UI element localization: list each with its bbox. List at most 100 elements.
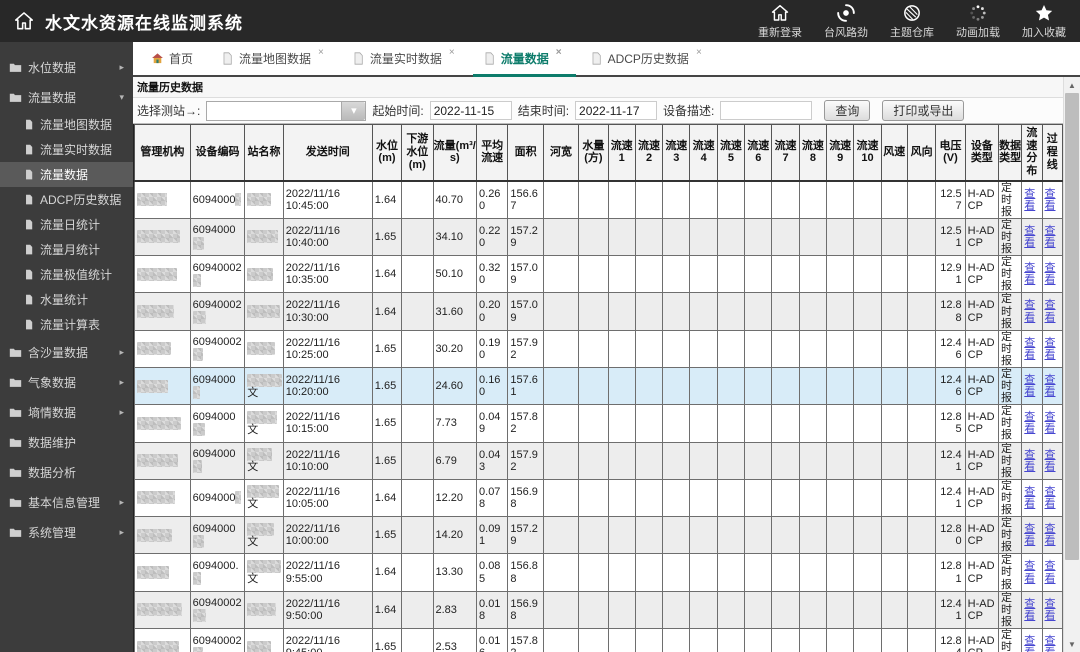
table-row[interactable]: 6094000 文 2022/11/16 10:05:00 1.64 12.20 0.078… (134, 478, 1063, 518)
cell-process-line[interactable]: 查看 (1041, 255, 1063, 294)
velocity-dist-view-link[interactable]: 查看 (1024, 486, 1035, 510)
sidebar-item-flow-realtime-data[interactable]: 流量实时数据 (0, 137, 133, 162)
cell-velocity-dist[interactable]: 查看 (1021, 553, 1043, 592)
process-line-view-link[interactable]: 查看 (1045, 560, 1056, 584)
tab-flow-realtime-data[interactable]: 流量实时数据 × (340, 42, 471, 75)
velocity-dist-view-link[interactable]: 查看 (1024, 635, 1035, 652)
table-row[interactable]: 6094000 2022/11/16 10:45:00 1.64 40.70 0.260 1… (134, 180, 1063, 219)
sidebar-item-system-mgmt[interactable]: 系统管理 ▸ (0, 517, 133, 547)
topbar-action-theme-repo[interactable]: 主题仓库 (890, 3, 934, 40)
cell-process-line[interactable]: 查看 (1041, 590, 1063, 629)
process-line-view-link[interactable]: 查看 (1045, 486, 1056, 510)
velocity-dist-view-link[interactable]: 查看 (1024, 374, 1035, 398)
cell-process-line[interactable]: 查看 (1041, 292, 1063, 331)
process-line-view-link[interactable]: 查看 (1045, 598, 1056, 622)
cell-process-line[interactable]: 查看 (1041, 441, 1063, 480)
cell-velocity-dist[interactable]: 查看 (1021, 478, 1043, 518)
table-row[interactable]: 60940002 2022/11/16 10:30:00 1.64 31.60 0.200… (134, 292, 1063, 331)
tab-home[interactable]: 首页 (139, 42, 209, 75)
process-line-view-link[interactable]: 查看 (1045, 449, 1056, 473)
vertical-scrollbar[interactable]: ▲ ▼ (1063, 77, 1080, 652)
table-row[interactable]: 60940002 2022/11/16 10:35:00 1.64 50.10 0.320… (134, 255, 1063, 294)
cell-process-line[interactable]: 查看 (1041, 329, 1063, 368)
cell-velocity-dist[interactable]: 查看 (1021, 404, 1043, 443)
table-row[interactable]: 6094000 文 2022/11/16 10:15:00 1.65 7.73 0.049 1… (134, 404, 1063, 443)
velocity-dist-view-link[interactable]: 查看 (1024, 188, 1035, 212)
table-row[interactable]: 60940002 2022/11/169:45:001.65 2.530.01615… (134, 627, 1063, 652)
sidebar-item-data-maintenance[interactable]: 数据维护 (0, 427, 133, 457)
velocity-dist-view-link[interactable]: 查看 (1024, 299, 1035, 323)
table-row[interactable]: 6094000 文 2022/11/16 10:10:00 1.65 6.79 0.043 1… (134, 441, 1063, 480)
tab-close-icon[interactable]: × (556, 47, 562, 58)
cell-process-line[interactable]: 查看 (1041, 627, 1063, 652)
scrollbar-thumb[interactable] (1065, 93, 1079, 560)
table-row[interactable]: 6094000 2022/11/16 10:40:00 1.65 34.10 0.220 1… (134, 217, 1063, 257)
chevron-down-icon[interactable]: ▾ (341, 101, 366, 120)
tab-close-icon[interactable]: × (449, 47, 455, 58)
topbar-action-relogin[interactable]: 重新登录 (758, 3, 802, 40)
process-line-view-link[interactable]: 查看 (1045, 411, 1056, 435)
scrollbar-track[interactable] (1064, 93, 1080, 636)
velocity-dist-view-link[interactable]: 查看 (1024, 560, 1035, 584)
table-row[interactable]: 6094000 文 2022/11/16 10:20:00 1.65 24.60 0.160… (134, 366, 1063, 406)
cell-process-line[interactable]: 查看 (1041, 217, 1063, 257)
process-line-view-link[interactable]: 查看 (1045, 523, 1056, 547)
print-export-button[interactable]: 打印或导出 (882, 100, 965, 121)
sidebar-item-water-level-data[interactable]: 水位数据 ▸ (0, 52, 133, 82)
velocity-dist-view-link[interactable]: 查看 (1024, 337, 1035, 361)
process-line-view-link[interactable]: 查看 (1045, 374, 1056, 398)
sidebar-item-flow-map-data[interactable]: 流量地图数据 (0, 112, 133, 137)
sidebar-item-soil-moisture[interactable]: 墒情数据 ▸ (0, 397, 133, 427)
cell-velocity-dist[interactable]: 查看 (1021, 217, 1043, 257)
cell-process-line[interactable]: 查看 (1041, 478, 1063, 518)
cell-process-line[interactable]: 查看 (1041, 553, 1063, 592)
velocity-dist-view-link[interactable]: 查看 (1024, 598, 1035, 622)
cell-velocity-dist[interactable]: 查看 (1021, 329, 1043, 368)
process-line-view-link[interactable]: 查看 (1045, 225, 1056, 249)
start-time-input[interactable] (429, 101, 512, 120)
sidebar-item-flow-calc-table[interactable]: 流量计算表 (0, 312, 133, 337)
sidebar-item-flow-data-group[interactable]: 流量数据 ▾ (0, 82, 133, 112)
cell-velocity-dist[interactable]: 查看 (1021, 441, 1043, 480)
cell-velocity-dist[interactable]: 查看 (1021, 627, 1043, 652)
cell-velocity-dist[interactable]: 查看 (1021, 180, 1043, 219)
tab-flow-data[interactable]: 流量数据 × (471, 42, 578, 77)
sidebar-item-sediment-data[interactable]: 含沙量数据 ▸ (0, 337, 133, 367)
sidebar-item-adcp-history-data[interactable]: ADCP历史数据 (0, 187, 133, 212)
sidebar-item-data-analysis[interactable]: 数据分析 (0, 457, 133, 487)
velocity-dist-view-link[interactable]: 查看 (1024, 449, 1035, 473)
process-line-view-link[interactable]: 查看 (1045, 188, 1056, 212)
table-row[interactable]: 60940002 2022/11/16 10:25:00 1.65 30.20 0.190… (134, 329, 1063, 368)
table-row[interactable]: 6094000 文 2022/11/16 10:00:00 1.65 14.20 0.091… (134, 516, 1063, 555)
cell-process-line[interactable]: 查看 (1041, 516, 1063, 555)
sidebar-item-weather-data[interactable]: 气象数据 ▸ (0, 367, 133, 397)
process-line-view-link[interactable]: 查看 (1045, 299, 1056, 323)
device-desc-input[interactable] (720, 101, 813, 120)
topbar-action-add-favorite[interactable]: 加入收藏 (1022, 3, 1066, 40)
tab-flow-map-data[interactable]: 流量地图数据 × (209, 42, 340, 75)
velocity-dist-view-link[interactable]: 查看 (1024, 523, 1035, 547)
cell-process-line[interactable]: 查看 (1041, 366, 1063, 406)
process-line-view-link[interactable]: 查看 (1045, 262, 1056, 286)
sidebar-item-flow-daily-stats[interactable]: 流量日统计 (0, 212, 133, 237)
sidebar-item-flow-data[interactable]: 流量数据 (0, 162, 133, 187)
process-line-view-link[interactable]: 查看 (1045, 635, 1056, 652)
cell-velocity-dist[interactable]: 查看 (1021, 255, 1043, 294)
table-row[interactable]: 6094000. 文 2022/11/16 9:55:00 1.64 13.30 0.085… (134, 553, 1063, 592)
cell-velocity-dist[interactable]: 查看 (1021, 292, 1043, 331)
scroll-up-icon[interactable]: ▲ (1064, 77, 1080, 93)
cell-process-line[interactable]: 查看 (1041, 180, 1063, 219)
topbar-action-typhoon-path[interactable]: 台风路劲 (824, 3, 868, 40)
sidebar-item-water-volume-stats[interactable]: 水量统计 (0, 287, 133, 312)
end-time-input[interactable] (575, 101, 658, 120)
process-line-view-link[interactable]: 查看 (1045, 337, 1056, 361)
tab-close-icon[interactable]: × (696, 47, 702, 58)
query-button[interactable]: 查询 (824, 100, 871, 121)
cell-process-line[interactable]: 查看 (1041, 404, 1063, 443)
cell-velocity-dist[interactable]: 查看 (1021, 516, 1043, 555)
tab-close-icon[interactable]: × (318, 47, 324, 58)
cell-velocity-dist[interactable]: 查看 (1021, 366, 1043, 406)
scroll-down-icon[interactable]: ▼ (1064, 636, 1080, 652)
velocity-dist-view-link[interactable]: 查看 (1024, 225, 1035, 249)
tab-adcp-history-data[interactable]: ADCP历史数据 × (578, 42, 718, 75)
